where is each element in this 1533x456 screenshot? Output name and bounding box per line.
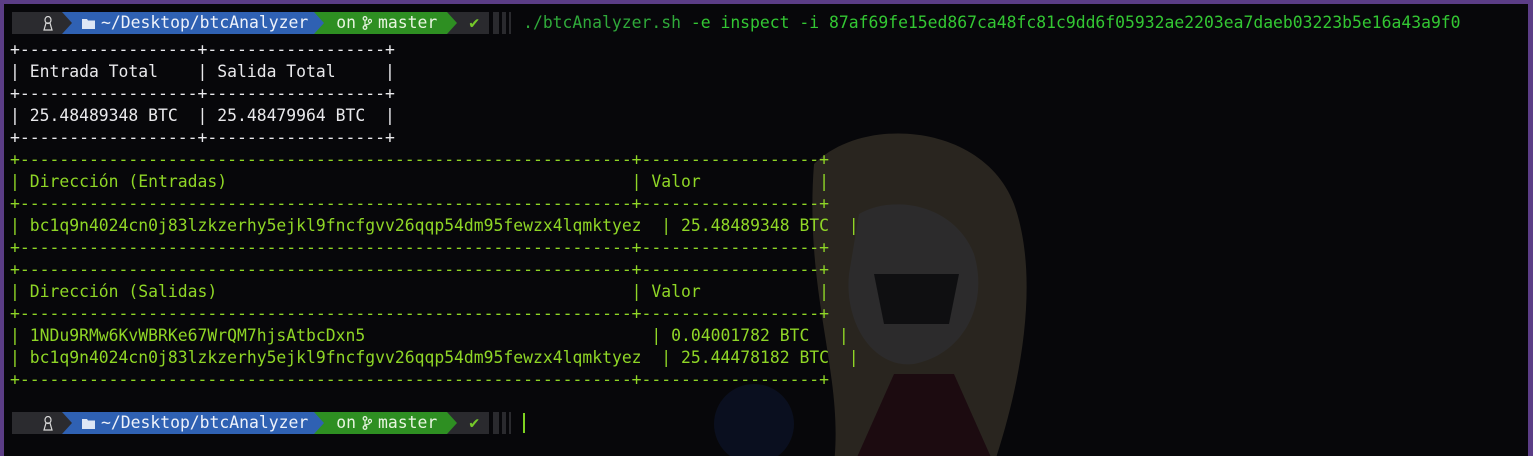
prompt-git-segment: on master: [324, 12, 448, 34]
prompt-on-label: on: [336, 413, 356, 432]
totals-table-border-bottom: +------------------+------------------+: [10, 128, 395, 147]
prompt-tail-decoration: [489, 12, 512, 34]
powerline-separator: [314, 12, 325, 34]
prompt-branch: master: [377, 413, 438, 432]
powerline-separator: [62, 412, 72, 434]
outputs-table-row: | bc1q9n4024cn0j83lzkzerhy5ejkl9fncfgvv2…: [10, 348, 859, 367]
totals-table-border-mid: +------------------+------------------+: [10, 84, 395, 103]
linux-tux-icon: [43, 415, 53, 431]
checkmark-icon: ✔: [469, 13, 480, 32]
prompt-path: ~/Desktop/btcAnalyzer: [101, 413, 309, 432]
outputs-table-row: | 1NDu9RMw6KvWBRKe67WrQM7hjsAtbcDxn5 | 0…: [10, 326, 849, 345]
totals-table-border-top: +------------------+------------------+: [10, 40, 395, 59]
command-text: ./btcAnalyzer.sh -e inspect -i 87af69fe1…: [511, 12, 1460, 34]
totals-table-header: | Entrada Total | Salida Total |: [10, 62, 395, 81]
prompt-directory-segment: ~/Desktop/btcAnalyzer: [72, 12, 315, 34]
totals-table-row: | 25.48489348 BTC | 25.48479964 BTC |: [10, 106, 395, 125]
prompt-os-segment: [12, 12, 62, 34]
command-args: -e inspect -i 87af69fe15ed867ca48fc81c9d…: [690, 13, 1461, 32]
prompt-branch: master: [377, 13, 438, 32]
terminal-window: ~/Desktop/btcAnalyzer on master ✔ ./btcA…: [0, 0, 1533, 456]
powerline-separator: [447, 412, 458, 434]
inputs-table-border-mid: +---------------------------------------…: [10, 194, 830, 213]
prompt-on-label: on: [336, 13, 356, 32]
outputs-table-border-mid: +---------------------------------------…: [10, 304, 830, 323]
command-script: ./btcAnalyzer.sh: [523, 13, 681, 32]
prompt-status-segment: ✔: [457, 412, 490, 434]
checkmark-icon: ✔: [469, 413, 480, 432]
prompt-directory-segment: ~/Desktop/btcAnalyzer: [72, 412, 315, 434]
outputs-table-border-bottom: +---------------------------------------…: [10, 370, 830, 389]
inputs-table-border-top: +---------------------------------------…: [10, 150, 830, 169]
outputs-table-border-top: +---------------------------------------…: [10, 260, 830, 279]
prompt-os-segment: [12, 412, 62, 434]
shell-prompt-current[interactable]: ~/Desktop/btcAnalyzer on master ✔: [12, 412, 526, 434]
inputs-table-border-bottom: +---------------------------------------…: [10, 238, 830, 257]
git-branch-icon: [362, 416, 372, 430]
powerline-separator: [314, 412, 325, 434]
shell-prompt: ~/Desktop/btcAnalyzer on master ✔ ./btcA…: [12, 12, 1461, 34]
text-cursor[interactable]: [523, 413, 526, 433]
prompt-tail-decoration: [489, 412, 512, 434]
folder-icon: [82, 418, 95, 429]
linux-tux-icon: [43, 15, 53, 31]
inputs-table-header: | Dirección (Entradas) | Valor |: [10, 172, 830, 191]
prompt-status-segment: ✔: [457, 12, 490, 34]
git-branch-icon: [362, 16, 372, 30]
inputs-table-row: | bc1q9n4024cn0j83lzkzerhy5ejkl9fncfgvv2…: [10, 216, 859, 235]
prompt-path: ~/Desktop/btcAnalyzer: [101, 13, 309, 32]
powerline-separator: [62, 12, 72, 34]
outputs-table-header: | Dirección (Salidas) | Valor |: [10, 282, 830, 301]
folder-icon: [82, 18, 95, 29]
prompt-git-segment: on master: [324, 412, 448, 434]
powerline-separator: [447, 12, 458, 34]
